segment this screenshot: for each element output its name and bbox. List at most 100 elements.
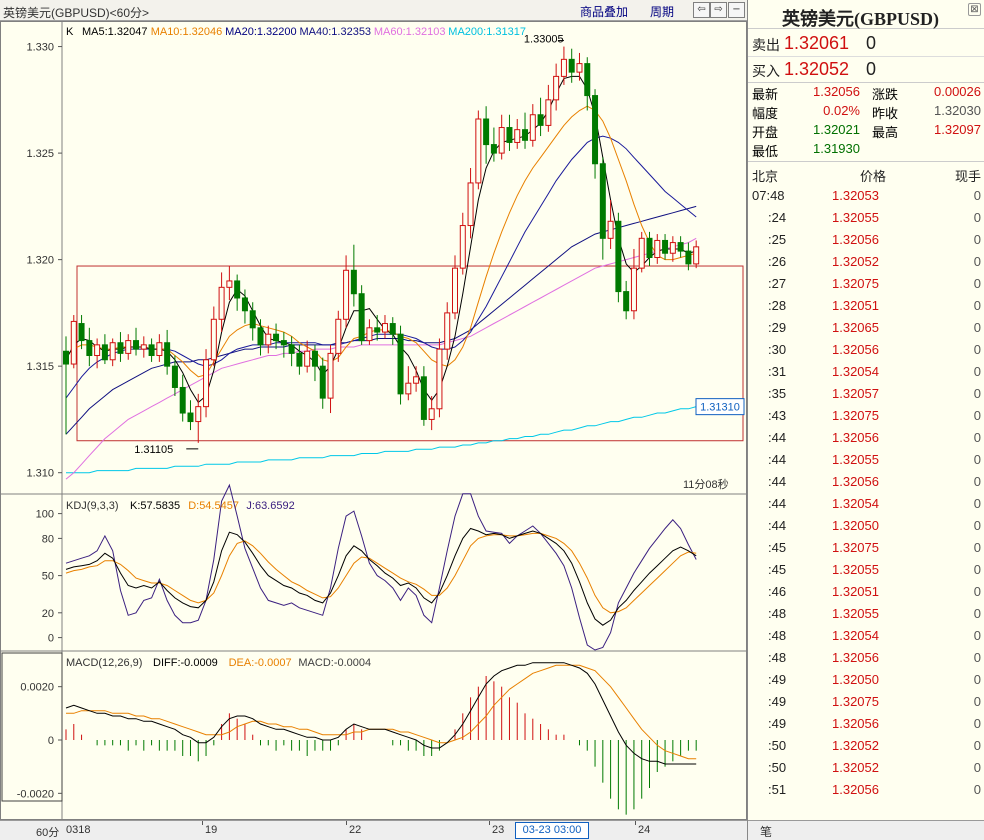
tick-row: :49 1.32050 0 — [748, 669, 984, 691]
stat-label: 开盘 — [752, 125, 779, 140]
tick-volume: 0 — [973, 716, 981, 731]
candle-body — [381, 323, 388, 333]
stat-value: 0.00026 — [934, 84, 981, 99]
ma-legend-item: MA5:1.32047 — [82, 26, 147, 38]
macd-dea-line — [66, 664, 697, 760]
ma-legend-item: MA40:1.32353 — [300, 26, 372, 38]
tick-row: :43 1.32075 0 — [748, 405, 984, 427]
candle-body — [444, 312, 451, 350]
tick-time: :24 — [768, 210, 787, 225]
candle-body — [125, 340, 132, 354]
tick-row: :26 1.32052 0 — [748, 251, 984, 273]
tick-time: :28 — [768, 298, 787, 313]
tick-price: 1.32057 — [832, 386, 879, 401]
period-button[interactable]: 周期 — [650, 3, 674, 20]
candle-body — [265, 333, 272, 346]
candle-body — [475, 118, 482, 184]
stat-value: 1.32021 — [813, 122, 860, 137]
scroll-right-icon[interactable]: ⇨ — [710, 2, 727, 18]
tick-row: :44 1.32056 0 — [748, 471, 984, 493]
buy-price: 1.32052 — [784, 59, 850, 79]
tick-price: 1.32056 — [832, 716, 879, 731]
minus-icon[interactable]: − — [728, 2, 745, 18]
quote-header: 英镑美元(GBPUSD) ⊠ — [748, 0, 984, 29]
candle-body — [646, 237, 653, 259]
candle-body — [179, 386, 186, 414]
x-tick-mark — [346, 821, 347, 825]
tick-row: :51 1.32056 0 — [748, 779, 984, 801]
candle-body — [195, 406, 202, 423]
y-tick-label: 1.310 — [26, 468, 54, 480]
tick-row: :48 1.32056 0 — [748, 647, 984, 669]
tick-row: :44 1.32054 0 — [748, 493, 984, 515]
period-indicator[interactable]: 60分 — [36, 824, 59, 840]
candle-body — [148, 344, 155, 357]
tick-volume: 0 — [973, 232, 981, 247]
tick-row: :29 1.32065 0 — [748, 317, 984, 339]
y-tick-label: 1.320 — [26, 255, 54, 267]
macd-legend-item: DEA:-0.0007 — [229, 657, 292, 669]
buy-label: 买入 — [752, 63, 780, 79]
candle-body — [436, 348, 443, 410]
candle-body — [529, 114, 536, 141]
tick-price: 1.32055 — [832, 562, 879, 577]
tick-price: 1.32051 — [832, 584, 879, 599]
tick-price: 1.32052 — [832, 760, 879, 775]
chart-frame — [0, 21, 747, 820]
tick-volume: 0 — [973, 518, 981, 533]
stat-label: 最低 — [752, 144, 779, 159]
candle-body — [280, 340, 287, 346]
y-tick-label: 1.315 — [26, 361, 54, 373]
tick-row: :46 1.32051 0 — [748, 581, 984, 603]
ma40-line — [65, 205, 697, 435]
tick-time: :49 — [768, 694, 787, 709]
tick-price: 1.32050 — [832, 518, 879, 533]
tick-row: :44 1.32050 0 — [748, 515, 984, 537]
tick-time: :25 — [768, 232, 787, 247]
tick-time: :31 — [768, 364, 787, 379]
candle-body — [498, 127, 505, 154]
kdj-tick-label: 0 — [48, 633, 54, 645]
tick-price: 1.32056 — [832, 342, 879, 357]
tick-volume: 0 — [973, 628, 981, 643]
candle-body — [615, 220, 622, 293]
candle-body — [156, 342, 163, 357]
ma10-line — [65, 105, 697, 378]
candle-body — [86, 340, 93, 357]
candle-body — [553, 75, 560, 101]
tick-time: :44 — [768, 452, 787, 467]
close-icon[interactable]: ⊠ — [968, 3, 981, 16]
stat-label: 幅度 — [752, 106, 779, 121]
tick-row: :24 1.32055 0 — [748, 207, 984, 229]
overlay-button[interactable]: 商品叠加 — [580, 3, 628, 20]
x-axis-label: 0318 — [66, 824, 91, 836]
candle-body — [133, 340, 140, 350]
macd-axis-box — [1, 652, 63, 802]
tick-time: :45 — [768, 562, 787, 577]
tick-price: 1.32052 — [832, 738, 879, 753]
stat-label: 最新 — [752, 87, 779, 102]
tick-row: :28 1.32051 0 — [748, 295, 984, 317]
countdown-label: 11分08秒 — [683, 477, 729, 491]
kdj-tick-label: 100 — [36, 509, 54, 521]
candle-body — [335, 318, 342, 354]
tick-volume: 0 — [973, 210, 981, 225]
kdj-legend-item: K:57.5835 — [130, 500, 180, 512]
side-tab[interactable]: 笔 — [760, 823, 772, 840]
tick-row: :27 1.32075 0 — [748, 273, 984, 295]
candle-body — [78, 323, 85, 342]
candle-body — [94, 344, 101, 357]
chart-title: 英镑美元(GBPUSD)<60分> — [3, 6, 150, 20]
scroll-left-icon[interactable]: ⇦ — [693, 2, 710, 18]
candle-body — [288, 344, 295, 354]
candle-body — [319, 365, 326, 399]
candle-body — [140, 344, 147, 350]
tick-row: :25 1.32056 0 — [748, 229, 984, 251]
ma200-line — [66, 406, 697, 474]
candle-body — [226, 280, 233, 288]
tick-volume: 0 — [973, 188, 981, 203]
chart-area[interactable]: 1.330 1.325 1.320 1.315 1.310 K MA5:1.32047 MA1… — [0, 21, 747, 820]
candle-body — [428, 408, 435, 420]
candle-body — [623, 291, 630, 312]
candle-body — [545, 99, 552, 126]
